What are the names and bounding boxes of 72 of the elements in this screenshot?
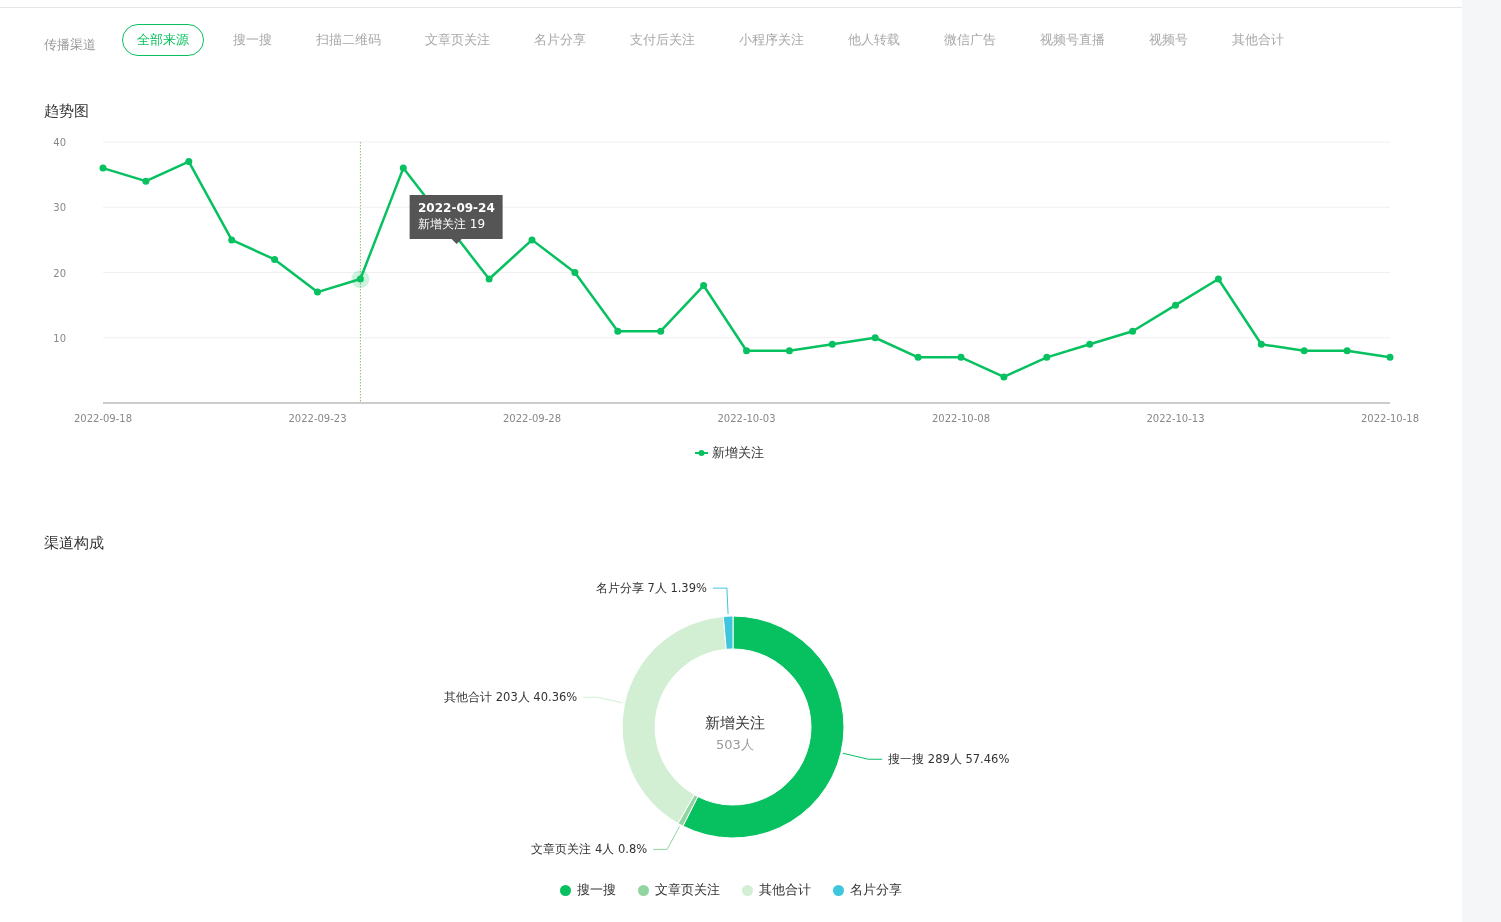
data-point: [142, 177, 150, 185]
data-point: [571, 269, 579, 276]
axis-tick-label: 2022-10-03: [717, 413, 776, 424]
data-point: [1086, 340, 1094, 348]
data-point: [99, 164, 107, 172]
data-point: [657, 327, 665, 335]
data-point: [828, 340, 836, 348]
slice-label: 其他合计 203人 40.36%: [444, 690, 578, 705]
axis-tick-label: 30: [53, 202, 66, 214]
legend-label[interactable]: 名片分享: [850, 881, 902, 899]
data-point: [356, 275, 364, 283]
source-tab[interactable]: 小程序关注: [724, 24, 819, 56]
source-tab[interactable]: 微信广告: [929, 24, 1011, 56]
donut-center-title: 新增关注: [705, 714, 765, 732]
source-tab[interactable]: 视频号: [1134, 24, 1203, 56]
legend-marker-icon: [694, 450, 709, 456]
leader-line: [582, 696, 624, 704]
data-point: [1172, 301, 1179, 309]
data-point: [528, 236, 536, 244]
axis-tick-label: 2022-10-08: [931, 413, 991, 424]
source-tab[interactable]: 其他合计: [1217, 24, 1299, 56]
leader-line: [842, 752, 883, 760]
legend-label[interactable]: 新增关注: [712, 445, 764, 460]
axis-tick-label: 2022-09-18: [73, 413, 133, 424]
data-point: [185, 158, 193, 166]
axis-tick-label: 20: [53, 267, 66, 279]
legend-label[interactable]: 其他合计: [759, 881, 811, 899]
tooltip-value: 新增关注 19: [418, 216, 487, 232]
data-point: [743, 347, 750, 355]
section-title: 趋势图: [44, 102, 90, 121]
data-point: [1129, 327, 1137, 335]
data-point: [700, 282, 708, 290]
data-point: [1386, 353, 1394, 361]
leader-line: [712, 587, 729, 615]
legend-label[interactable]: 搜一搜: [577, 881, 616, 899]
data-point: [1300, 347, 1308, 355]
donut-center-value: 503人: [716, 737, 754, 752]
data-point: [1000, 373, 1008, 381]
axis-tick-label: 2022-09-28: [502, 413, 562, 424]
axis-tick-label: 40: [53, 137, 66, 148]
tooltip-date: 2022-09-24: [418, 200, 495, 216]
axis-tick-label: 2022-09-23: [288, 413, 347, 424]
data-point: [1043, 353, 1051, 361]
data-point: [228, 236, 236, 244]
source-tab[interactable]: 文章页关注: [410, 24, 505, 56]
slice-label: 文章页关注 4人 0.8%: [531, 842, 648, 857]
axis-tick-label: 2022-10-18: [1360, 413, 1420, 424]
data-point: [1343, 347, 1351, 355]
axis-tick-label: 10: [53, 332, 66, 344]
data-point: [314, 288, 321, 296]
data-point: [399, 164, 407, 172]
data-point: [957, 353, 965, 361]
source-tab[interactable]: 他人转载: [833, 24, 915, 56]
slice-label: 搜一搜 289人 57.46%: [888, 752, 1010, 767]
data-point: [1257, 340, 1265, 348]
slice-label: 名片分享 7人 1.39%: [595, 581, 707, 596]
data-point: [1214, 275, 1222, 283]
leader-line: [652, 826, 680, 850]
data-point: [614, 327, 622, 335]
source-tab[interactable]: 扫描二维码: [301, 24, 396, 56]
legend-label[interactable]: 文章页关注: [655, 881, 720, 899]
source-tab[interactable]: 名片分享: [519, 24, 601, 56]
data-point: [871, 334, 879, 342]
section-title: 渠道构成: [44, 534, 105, 553]
filter-label: 传播渠道: [44, 36, 96, 54]
source-tab[interactable]: 视频号直播: [1025, 24, 1120, 56]
data-point: [785, 347, 793, 355]
data-point: [485, 275, 493, 283]
data-point: [914, 353, 922, 361]
axis-tick-label: 2022-10-13: [1146, 413, 1205, 424]
data-point: [271, 255, 279, 263]
source-tab[interactable]: 支付后关注: [615, 24, 710, 56]
